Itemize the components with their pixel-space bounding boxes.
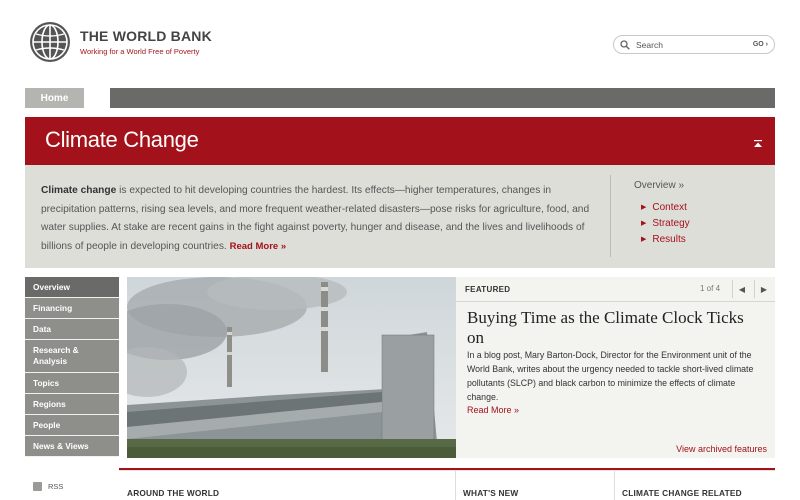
page-banner: Climate Change xyxy=(25,117,775,165)
sidebar-item-regions[interactable]: Regions xyxy=(25,394,119,415)
rss-link[interactable]: RSS xyxy=(33,482,63,491)
sublink-context[interactable]: ▶ Context xyxy=(641,200,690,216)
main-nav-bar: Home xyxy=(25,88,775,108)
arrow-right-icon: ▶ xyxy=(641,220,647,227)
page-title: Climate Change xyxy=(45,127,199,152)
intro-divider xyxy=(610,175,611,257)
go-label: GO xyxy=(752,41,764,48)
featured-body: In a blog post, Mary Barton-Dock, Direct… xyxy=(467,350,754,402)
globe-icon xyxy=(30,22,70,62)
arrow-right-icon: ▶ xyxy=(641,204,647,211)
sidebar-item-financing[interactable]: Financing xyxy=(25,298,119,319)
search-icon xyxy=(620,39,630,50)
intro-paragraph: Climate change is expected to hit develo… xyxy=(41,182,601,256)
intro-read-more-link[interactable]: Read More » xyxy=(230,241,287,252)
rss-icon xyxy=(33,482,42,491)
sidebar-item-data[interactable]: Data xyxy=(25,319,119,340)
sidebar-item-overview[interactable]: Overview xyxy=(25,277,119,298)
featured-photo[interactable] xyxy=(127,277,456,458)
whats-new-heading: WHAT'S NEW xyxy=(463,488,519,498)
featured-panel: FEATURED 1 of 4 ◀ ▶ Buying Time as the C… xyxy=(456,277,775,458)
intro-body: is expected to hit developing countries … xyxy=(41,185,590,252)
climate-related-heading: CLIMATE CHANGE RELATED xyxy=(622,488,742,498)
featured-pager: 1 of 4 xyxy=(700,284,721,293)
column-divider xyxy=(614,471,615,500)
nav-gap xyxy=(84,88,110,108)
bottom-gray-rule xyxy=(119,470,775,471)
section-sidebar: Overview Financing Data Research & Analy… xyxy=(25,277,119,457)
rss-label: RSS xyxy=(48,482,64,491)
arrow-right-icon: ▶ xyxy=(641,236,647,243)
next-button[interactable]: ▶ xyxy=(754,280,773,298)
featured-title[interactable]: Buying Time as the Climate Clock Ticks o… xyxy=(467,308,757,348)
logo-title: THE WORLD BANK xyxy=(80,28,212,44)
prev-button[interactable]: ◀ xyxy=(732,280,751,298)
around-world-heading: AROUND THE WORLD xyxy=(127,488,220,498)
column-divider xyxy=(455,471,456,500)
sidebar-item-research[interactable]: Research & Analysis xyxy=(25,340,119,373)
sublink-results[interactable]: ▶ Results xyxy=(641,232,690,248)
featured-label: FEATURED xyxy=(465,285,511,294)
sublink-label: Context xyxy=(652,202,687,213)
search-go-button[interactable]: GO › xyxy=(753,41,768,48)
featured-read-more-link[interactable]: Read More » xyxy=(467,405,519,415)
sidebar-item-topics[interactable]: Topics xyxy=(25,373,119,394)
view-archived-link[interactable]: View archived features xyxy=(676,444,767,454)
logo-tagline: Working for a World Free of Poverty xyxy=(80,47,200,56)
featured-header: FEATURED 1 of 4 ◀ ▶ xyxy=(456,277,775,302)
power-plant-image xyxy=(127,277,456,458)
chevron-right-icon: ▶ xyxy=(760,284,768,294)
sublink-label: Results xyxy=(652,234,686,245)
chevron-left-icon: ◀ xyxy=(738,284,746,294)
overview-sublinks: ▶ Context ▶ Strategy ▶ Results xyxy=(641,200,690,248)
intro-box: Climate change is expected to hit develo… xyxy=(25,165,775,268)
world-bank-logo[interactable]: THE WORLD BANK Working for a World Free … xyxy=(28,16,218,68)
search-input[interactable] xyxy=(636,39,753,50)
overview-link[interactable]: Overview » xyxy=(634,180,684,191)
sidebar-item-news[interactable]: News & Views xyxy=(25,436,119,457)
search-box: GO › xyxy=(613,35,775,54)
sidebar-item-people[interactable]: People xyxy=(25,415,119,436)
sublink-strategy[interactable]: ▶ Strategy xyxy=(641,216,690,232)
nav-home-tab[interactable]: Home xyxy=(25,88,84,108)
sublink-label: Strategy xyxy=(652,218,690,229)
collapse-icon[interactable] xyxy=(753,139,763,149)
intro-lead: Climate change xyxy=(41,185,117,196)
